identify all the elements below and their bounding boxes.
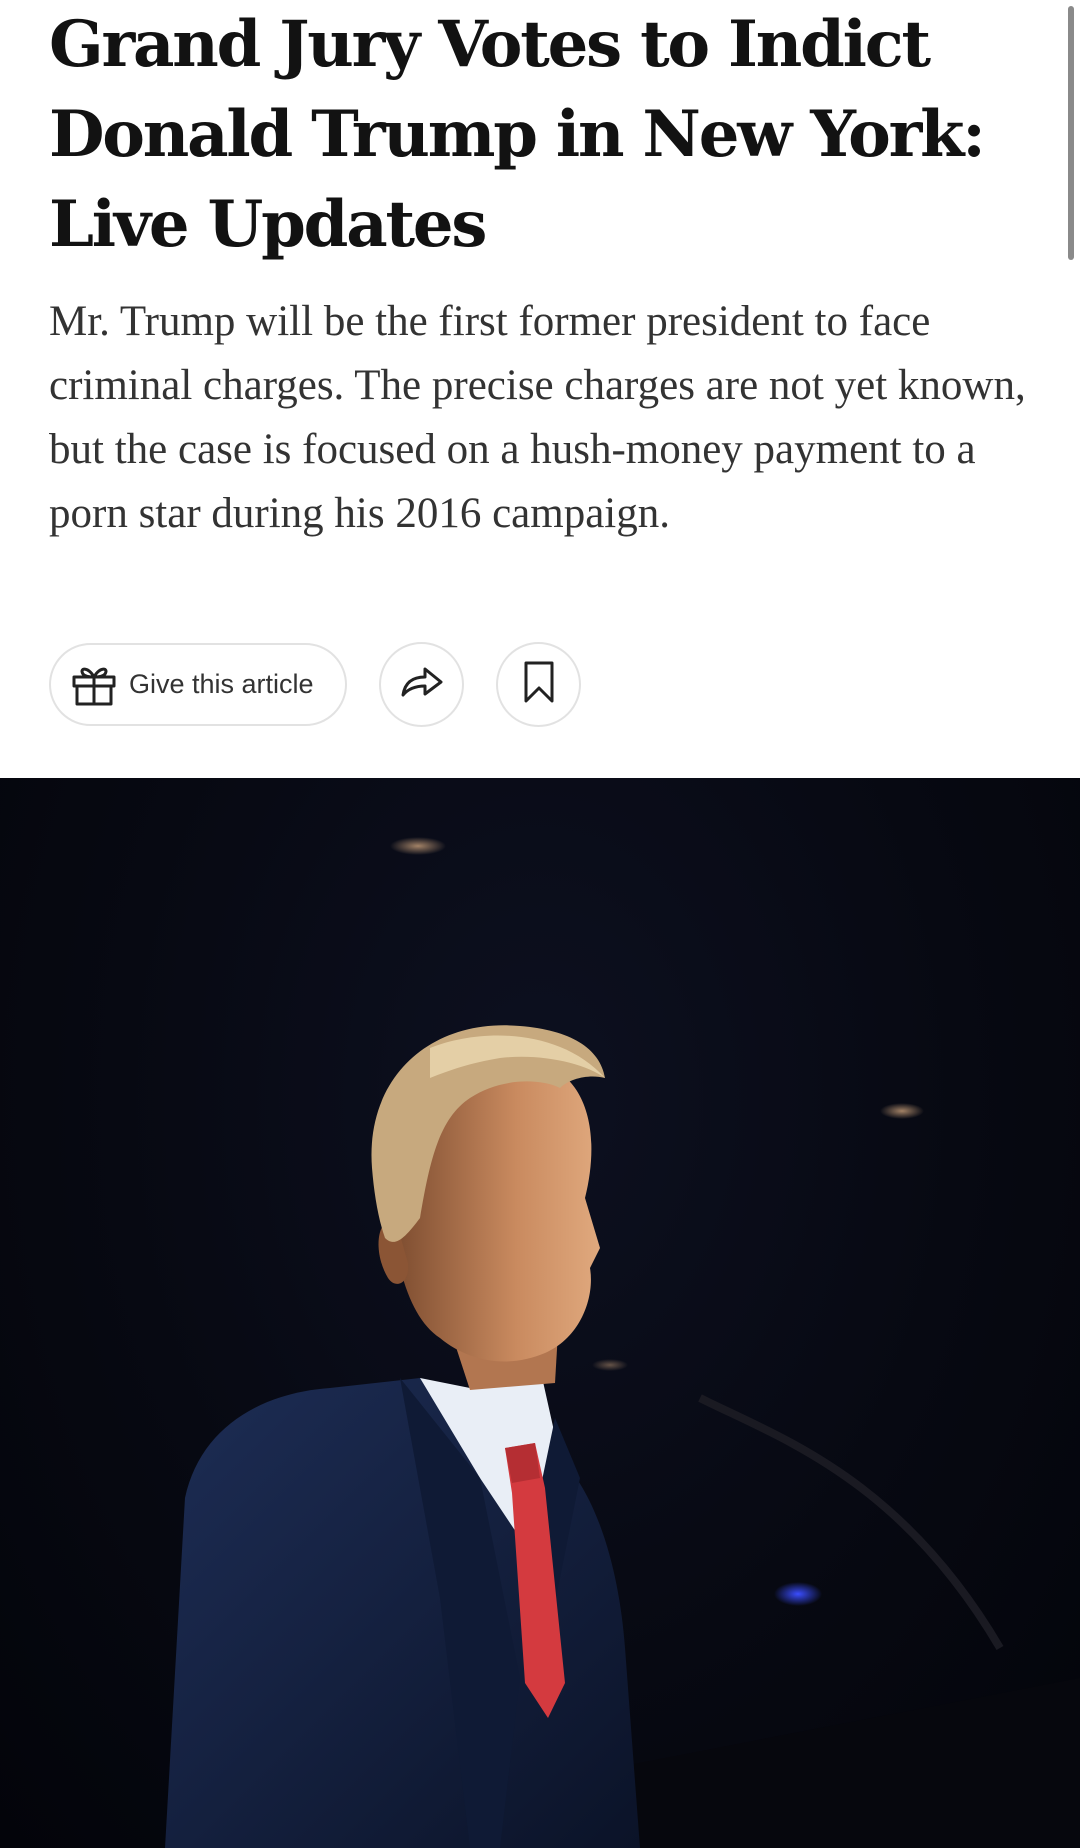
scrollbar[interactable] <box>1068 6 1074 260</box>
bookmark-icon <box>523 660 555 709</box>
share-arrow-icon <box>399 662 445 707</box>
article-summary: Mr. Trump will be the first former presi… <box>49 298 1026 537</box>
bookmark-button[interactable] <box>496 642 581 727</box>
give-article-button[interactable]: Give this article <box>49 643 347 726</box>
article-actions: Give this article <box>49 642 581 727</box>
article-page: Grand Jury Votes to Indict Donald Trump … <box>0 0 1080 1848</box>
article-headline: Grand Jury Votes to Indict Donald Trump … <box>49 7 986 262</box>
give-article-label: Give this article <box>129 669 314 699</box>
gift-icon <box>71 662 117 708</box>
share-button[interactable] <box>379 642 464 727</box>
article-photo <box>0 778 1080 1848</box>
